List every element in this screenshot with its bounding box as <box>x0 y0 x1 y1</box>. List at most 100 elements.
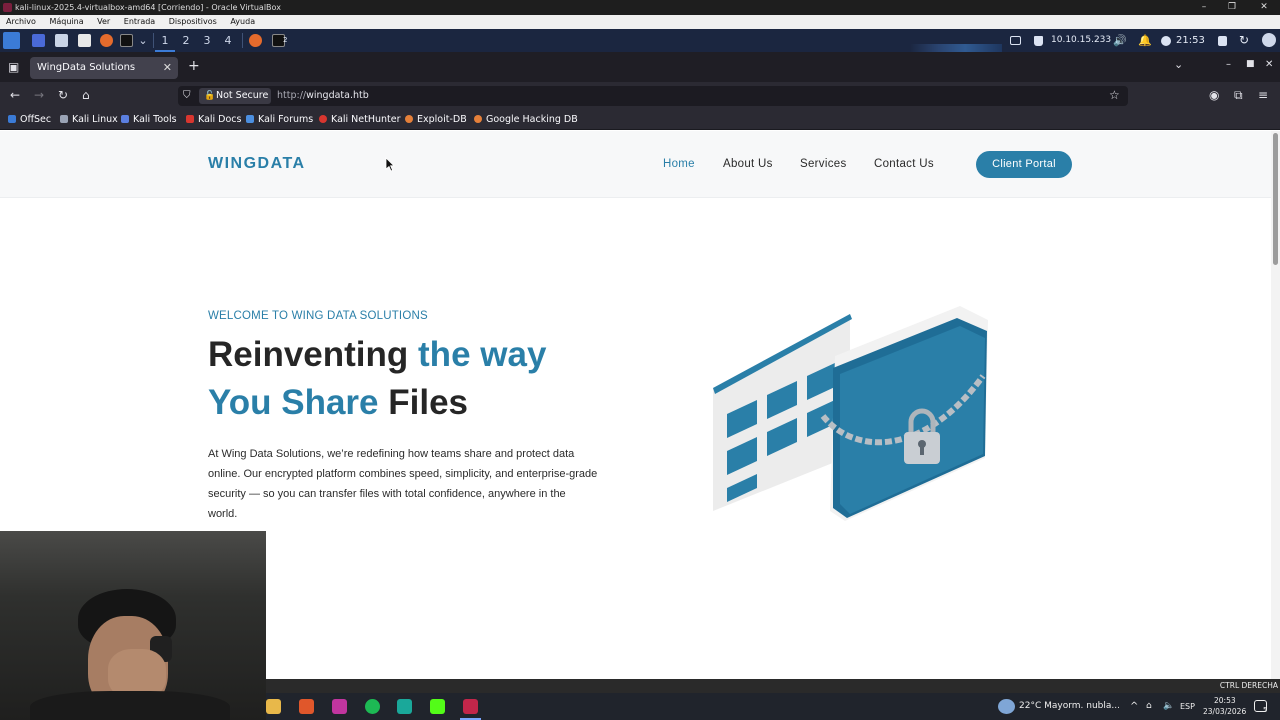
notification-bell-icon[interactable]: 🔔 <box>1138 29 1152 52</box>
scrollbar-thumb[interactable] <box>1273 133 1278 265</box>
text-editor-icon[interactable] <box>78 34 91 47</box>
tab-list-icon[interactable]: ▣ <box>8 60 19 74</box>
file-manager-icon[interactable] <box>55 34 68 47</box>
bookmark-label: Google Hacking DB <box>486 114 578 125</box>
firefox-minimize-button[interactable]: – <box>1226 59 1231 70</box>
virtualbox-status-bar: CTRL DERECHA <box>266 679 1280 693</box>
workspace-3[interactable]: 3 <box>197 29 217 52</box>
not-secure-badge[interactable]: 🔓 Not Secure <box>199 88 271 104</box>
nav-about-us[interactable]: About Us <box>723 158 773 170</box>
menu-ayuda[interactable]: Ayuda <box>230 17 255 26</box>
workspace-1[interactable]: 1 <box>155 29 175 52</box>
site-logo[interactable]: WINGDATA <box>208 155 306 173</box>
weather-text[interactable]: 22°C Mayorm. nubla... <box>1019 693 1120 720</box>
panel-separator <box>153 33 154 48</box>
exploit-db-icon <box>405 115 413 123</box>
minimize-window-button[interactable]: – <box>1196 0 1212 15</box>
refresh-icon[interactable]: ↻ <box>1239 29 1249 52</box>
bookmark-exploit-db[interactable]: Exploit-DB <box>405 110 467 130</box>
welcome-subtitle: WELCOME TO WING DATA SOLUTIONS <box>208 310 428 322</box>
bookmark-label: Kali Tools <box>133 114 177 125</box>
chevron-up-icon[interactable]: ^ <box>1130 693 1138 720</box>
virtualbox-icon <box>3 3 12 12</box>
desktop-icon[interactable] <box>32 34 45 47</box>
new-tab-button[interactable]: + <box>188 58 200 74</box>
firefox-maximize-button[interactable]: ■ <box>1246 59 1255 69</box>
volume-tray-icon[interactable]: 🔈 <box>1163 693 1174 720</box>
bookmark-star-icon[interactable]: ☆ <box>1109 88 1120 102</box>
ip-address: 10.10.15.233 <box>1051 35 1112 45</box>
taskbar-time[interactable]: 20:53 <box>1214 696 1236 706</box>
reload-icon[interactable]: ↻ <box>58 88 68 102</box>
brave-browser-icon[interactable] <box>299 699 314 714</box>
account-icon[interactable]: ◉ <box>1209 88 1219 102</box>
file-explorer-icon[interactable] <box>266 699 281 714</box>
close-window-button[interactable]: ✕ <box>1256 0 1272 15</box>
virtualbox-title-bar: kali-linux-2025.4-virtualbox-amd64 [Corr… <box>0 0 1280 15</box>
bookmarks-toolbar: OffSec Kali Linux Kali Tools Kali Docs K… <box>0 110 1280 130</box>
kali-menu-icon[interactable] <box>3 32 20 49</box>
network-icon[interactable]: ⌂ <box>1146 693 1152 720</box>
spotify-icon[interactable] <box>365 699 380 714</box>
language-indicator[interactable]: ESP <box>1180 693 1195 720</box>
insecure-lock-icon: 🔓 <box>204 91 216 101</box>
firefox-close-button[interactable]: ✕ <box>1265 59 1273 70</box>
app-menu-icon[interactable]: ≡ <box>1258 88 1268 102</box>
extensions-icon[interactable]: ⧉ <box>1234 88 1243 103</box>
forward-icon[interactable]: → <box>34 88 44 102</box>
windows-taskbar: 22°C Mayorm. nubla... ^ ⌂ 🔈 ESP 20:53 23… <box>266 693 1280 720</box>
bookmark-kali-forums[interactable]: Kali Forums <box>246 110 313 130</box>
menu-maquina[interactable]: Máquina <box>49 17 83 26</box>
close-tab-icon[interactable]: ✕ <box>163 57 172 79</box>
virtualbox-taskbar-icon[interactable] <box>463 699 478 714</box>
menu-archivo[interactable]: Archivo <box>6 17 36 26</box>
terminal-icon[interactable] <box>120 34 133 47</box>
tracking-protection-shield-icon[interactable]: ⛉ <box>183 90 191 101</box>
volume-icon[interactable]: 🔊 <box>1113 29 1127 52</box>
firefox-icon[interactable] <box>100 34 113 47</box>
secure-folders-illustration <box>713 306 988 521</box>
home-icon[interactable]: ⌂ <box>82 88 90 102</box>
workspace-4[interactable]: 4 <box>218 29 238 52</box>
lock-screen-icon[interactable] <box>1218 36 1227 46</box>
kick-icon[interactable] <box>430 699 445 714</box>
bookmark-kali-docs[interactable]: Kali Docs <box>186 110 241 130</box>
kali-top-panel: ⌄ 1 2 3 4 2 10.10.15.233 🔊 🔔 21:53 ↻ <box>0 29 1280 52</box>
display-icon[interactable] <box>1010 36 1021 45</box>
headline-text: Reinventing <box>208 335 419 374</box>
bookmark-kali-nethunter[interactable]: Kali NetHunter <box>319 110 401 130</box>
user-avatar-icon[interactable] <box>1262 33 1276 47</box>
client-portal-button[interactable]: Client Portal <box>976 151 1072 178</box>
webcam-person-shirt <box>30 691 230 720</box>
url-text[interactable]: http://wingdata.htb <box>277 86 369 106</box>
menu-dispositivos[interactable]: Dispositivos <box>169 17 217 26</box>
messaging-app-icon[interactable] <box>397 699 412 714</box>
taskbar-date[interactable]: 23/03/2026 <box>1203 707 1246 717</box>
headline-text: Files <box>378 383 468 422</box>
bookmark-kali-tools[interactable]: Kali Tools <box>121 110 177 130</box>
tab-wingdata[interactable]: WingData Solutions ✕ <box>30 57 178 79</box>
list-all-tabs-icon[interactable]: ⌄ <box>1174 58 1183 71</box>
nav-services[interactable]: Services <box>800 158 847 170</box>
instagram-icon[interactable] <box>332 699 347 714</box>
bookmark-kali-linux[interactable]: Kali Linux <box>60 110 118 130</box>
nav-home[interactable]: Home <box>663 158 695 170</box>
ghdb-icon <box>474 115 482 123</box>
page-scrollbar[interactable] <box>1271 131 1280 679</box>
workspace-2[interactable]: 2 <box>176 29 196 52</box>
host-key-label: CTRL DERECHA <box>1219 681 1278 690</box>
nav-contact-us[interactable]: Contact Us <box>874 158 934 170</box>
offsec-icon <box>8 115 16 123</box>
menu-entrada[interactable]: Entrada <box>124 17 155 26</box>
bookmark-offsec[interactable]: OffSec <box>8 110 51 130</box>
panel-clock[interactable]: 21:53 <box>1176 29 1205 52</box>
bookmark-google-hacking-db[interactable]: Google Hacking DB <box>474 110 578 130</box>
firefox-window-icon[interactable] <box>249 34 262 47</box>
menu-ver[interactable]: Ver <box>97 17 110 26</box>
tab-title: WingData Solutions <box>37 62 136 73</box>
network-graph <box>910 44 1002 52</box>
kali-docs-icon <box>186 115 194 123</box>
restore-window-button[interactable]: ❐ <box>1224 0 1240 15</box>
back-icon[interactable]: ← <box>10 88 20 102</box>
chevron-down-icon[interactable]: ⌄ <box>136 29 150 52</box>
